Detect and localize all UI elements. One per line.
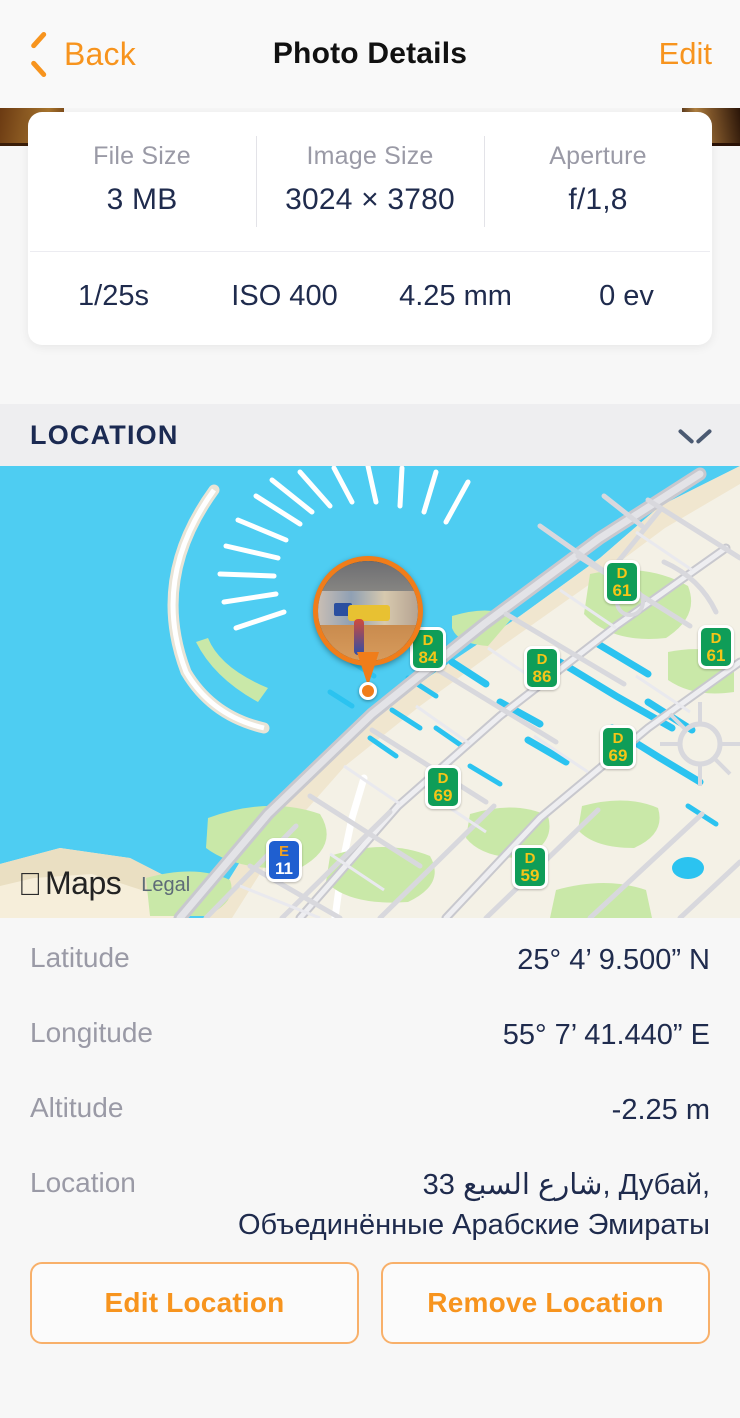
detail-label: Latitude bbox=[30, 942, 130, 973]
remove-location-button[interactable]: Remove Location bbox=[381, 1262, 710, 1344]
detail-value: -2.25 m bbox=[611, 1094, 710, 1126]
road-shield-number: 69 bbox=[433, 785, 453, 805]
location-section-title: LOCATION bbox=[30, 419, 179, 450]
back-button[interactable]: Back bbox=[28, 35, 136, 73]
road-shield-d69-west: D 69 bbox=[425, 765, 461, 809]
road-shield-d59: D 59 bbox=[512, 845, 548, 889]
metadata-label: Aperture bbox=[549, 142, 647, 170]
metadata-image-size: Image Size 3024 × 3780 bbox=[256, 136, 484, 227]
apple-maps-label: Maps bbox=[21, 865, 122, 901]
navigation-bar: Back Photo Details Edit bbox=[0, 0, 740, 108]
metadata-top-row: File Size 3 MB Image Size 3024 × 3780 Ap… bbox=[28, 112, 712, 251]
metadata-shutter-speed: 1/25s bbox=[78, 280, 149, 312]
edit-button[interactable]: Edit bbox=[659, 36, 712, 72]
road-shield-prefix: D bbox=[710, 629, 722, 647]
pin-tail bbox=[357, 652, 379, 686]
apple-logo-icon:  bbox=[18, 868, 42, 900]
detail-row-location: Location شارع السبع 33, Дубай, Объединён… bbox=[30, 1143, 710, 1245]
location-action-buttons: Edit Location Remove Location bbox=[30, 1262, 710, 1344]
detail-value: شارع السبع 33, Дубай, Объединённые Арабс… bbox=[237, 1169, 710, 1242]
detail-row-longitude: Longitude 55° 7’ 41.440” E bbox=[30, 993, 710, 1068]
chevron-left-icon bbox=[28, 35, 50, 73]
photo-details-screen: Back Photo Details Edit File Size 3 MB I… bbox=[0, 0, 740, 1418]
map-attribution:  Maps Legal bbox=[18, 865, 190, 902]
road-shield-number: 69 bbox=[608, 745, 628, 765]
metadata-focal-length: 4.25 mm bbox=[399, 280, 512, 312]
detail-row-latitude: Latitude 25° 4’ 9.500” N bbox=[30, 918, 710, 993]
metadata-bottom-row: 1/25s ISO 400 4.25 mm 0 ev bbox=[28, 252, 712, 345]
apple-maps-logo:  Maps bbox=[18, 865, 122, 902]
map-legal-link[interactable]: Legal bbox=[141, 874, 190, 902]
back-button-label: Back bbox=[64, 35, 136, 72]
road-shield-e11: E 11 bbox=[266, 838, 302, 882]
metadata-file-size: File Size 3 MB bbox=[28, 142, 256, 217]
road-shield-prefix: D bbox=[612, 729, 624, 747]
road-shield-prefix: D bbox=[536, 650, 548, 668]
chevron-down-icon[interactable] bbox=[680, 426, 710, 444]
metadata-exposure-value: 0 ev bbox=[599, 280, 654, 312]
metadata-value: f/1,8 bbox=[568, 183, 628, 216]
detail-label: Location bbox=[30, 1167, 136, 1198]
road-shield-d61-north: D 61 bbox=[604, 560, 640, 604]
detail-label: Altitude bbox=[30, 1092, 124, 1123]
metadata-card: File Size 3 MB Image Size 3024 × 3780 Ap… bbox=[28, 112, 712, 345]
road-shield-number: 61 bbox=[612, 580, 632, 600]
metadata-label: File Size bbox=[93, 142, 191, 170]
road-shield-d86: D 86 bbox=[524, 646, 560, 690]
detail-value: 25° 4’ 9.500” N bbox=[517, 944, 710, 976]
road-shield-d69-east: D 69 bbox=[600, 725, 636, 769]
road-shield-prefix: D bbox=[437, 769, 449, 787]
road-shield-prefix: D bbox=[524, 849, 536, 867]
road-shield-prefix: D bbox=[616, 564, 628, 582]
detail-label: Longitude bbox=[30, 1017, 154, 1048]
road-shield-number: 86 bbox=[532, 666, 552, 686]
pin-anchor-dot bbox=[359, 682, 377, 700]
road-shield-d61-east: D 61 bbox=[698, 625, 734, 669]
metadata-aperture: Aperture f/1,8 bbox=[484, 136, 712, 227]
photo-pin-marker[interactable] bbox=[313, 556, 429, 702]
metadata-label: Image Size bbox=[306, 142, 434, 170]
road-shield-number: 11 bbox=[275, 858, 293, 878]
road-shield-number: 59 bbox=[520, 865, 540, 885]
metadata-value: 3024 × 3780 bbox=[285, 183, 455, 216]
metadata-value: 3 MB bbox=[106, 183, 178, 216]
metadata-iso: ISO 400 bbox=[231, 280, 338, 312]
location-map[interactable]: D 61 D 61 D 84 D 86 D 69 D 69 D 59 E 11 bbox=[0, 466, 740, 918]
detail-row-altitude: Altitude -2.25 m bbox=[30, 1068, 710, 1143]
pin-photo-thumbnail bbox=[313, 556, 423, 666]
road-shield-prefix: E bbox=[278, 842, 289, 860]
road-shield-number: 61 bbox=[706, 645, 726, 665]
location-details-list: Latitude 25° 4’ 9.500” N Longitude 55° 7… bbox=[0, 918, 740, 1245]
location-section-header[interactable]: LOCATION bbox=[0, 404, 740, 466]
edit-location-button[interactable]: Edit Location bbox=[30, 1262, 359, 1344]
detail-value: 55° 7’ 41.440” E bbox=[502, 1019, 710, 1051]
